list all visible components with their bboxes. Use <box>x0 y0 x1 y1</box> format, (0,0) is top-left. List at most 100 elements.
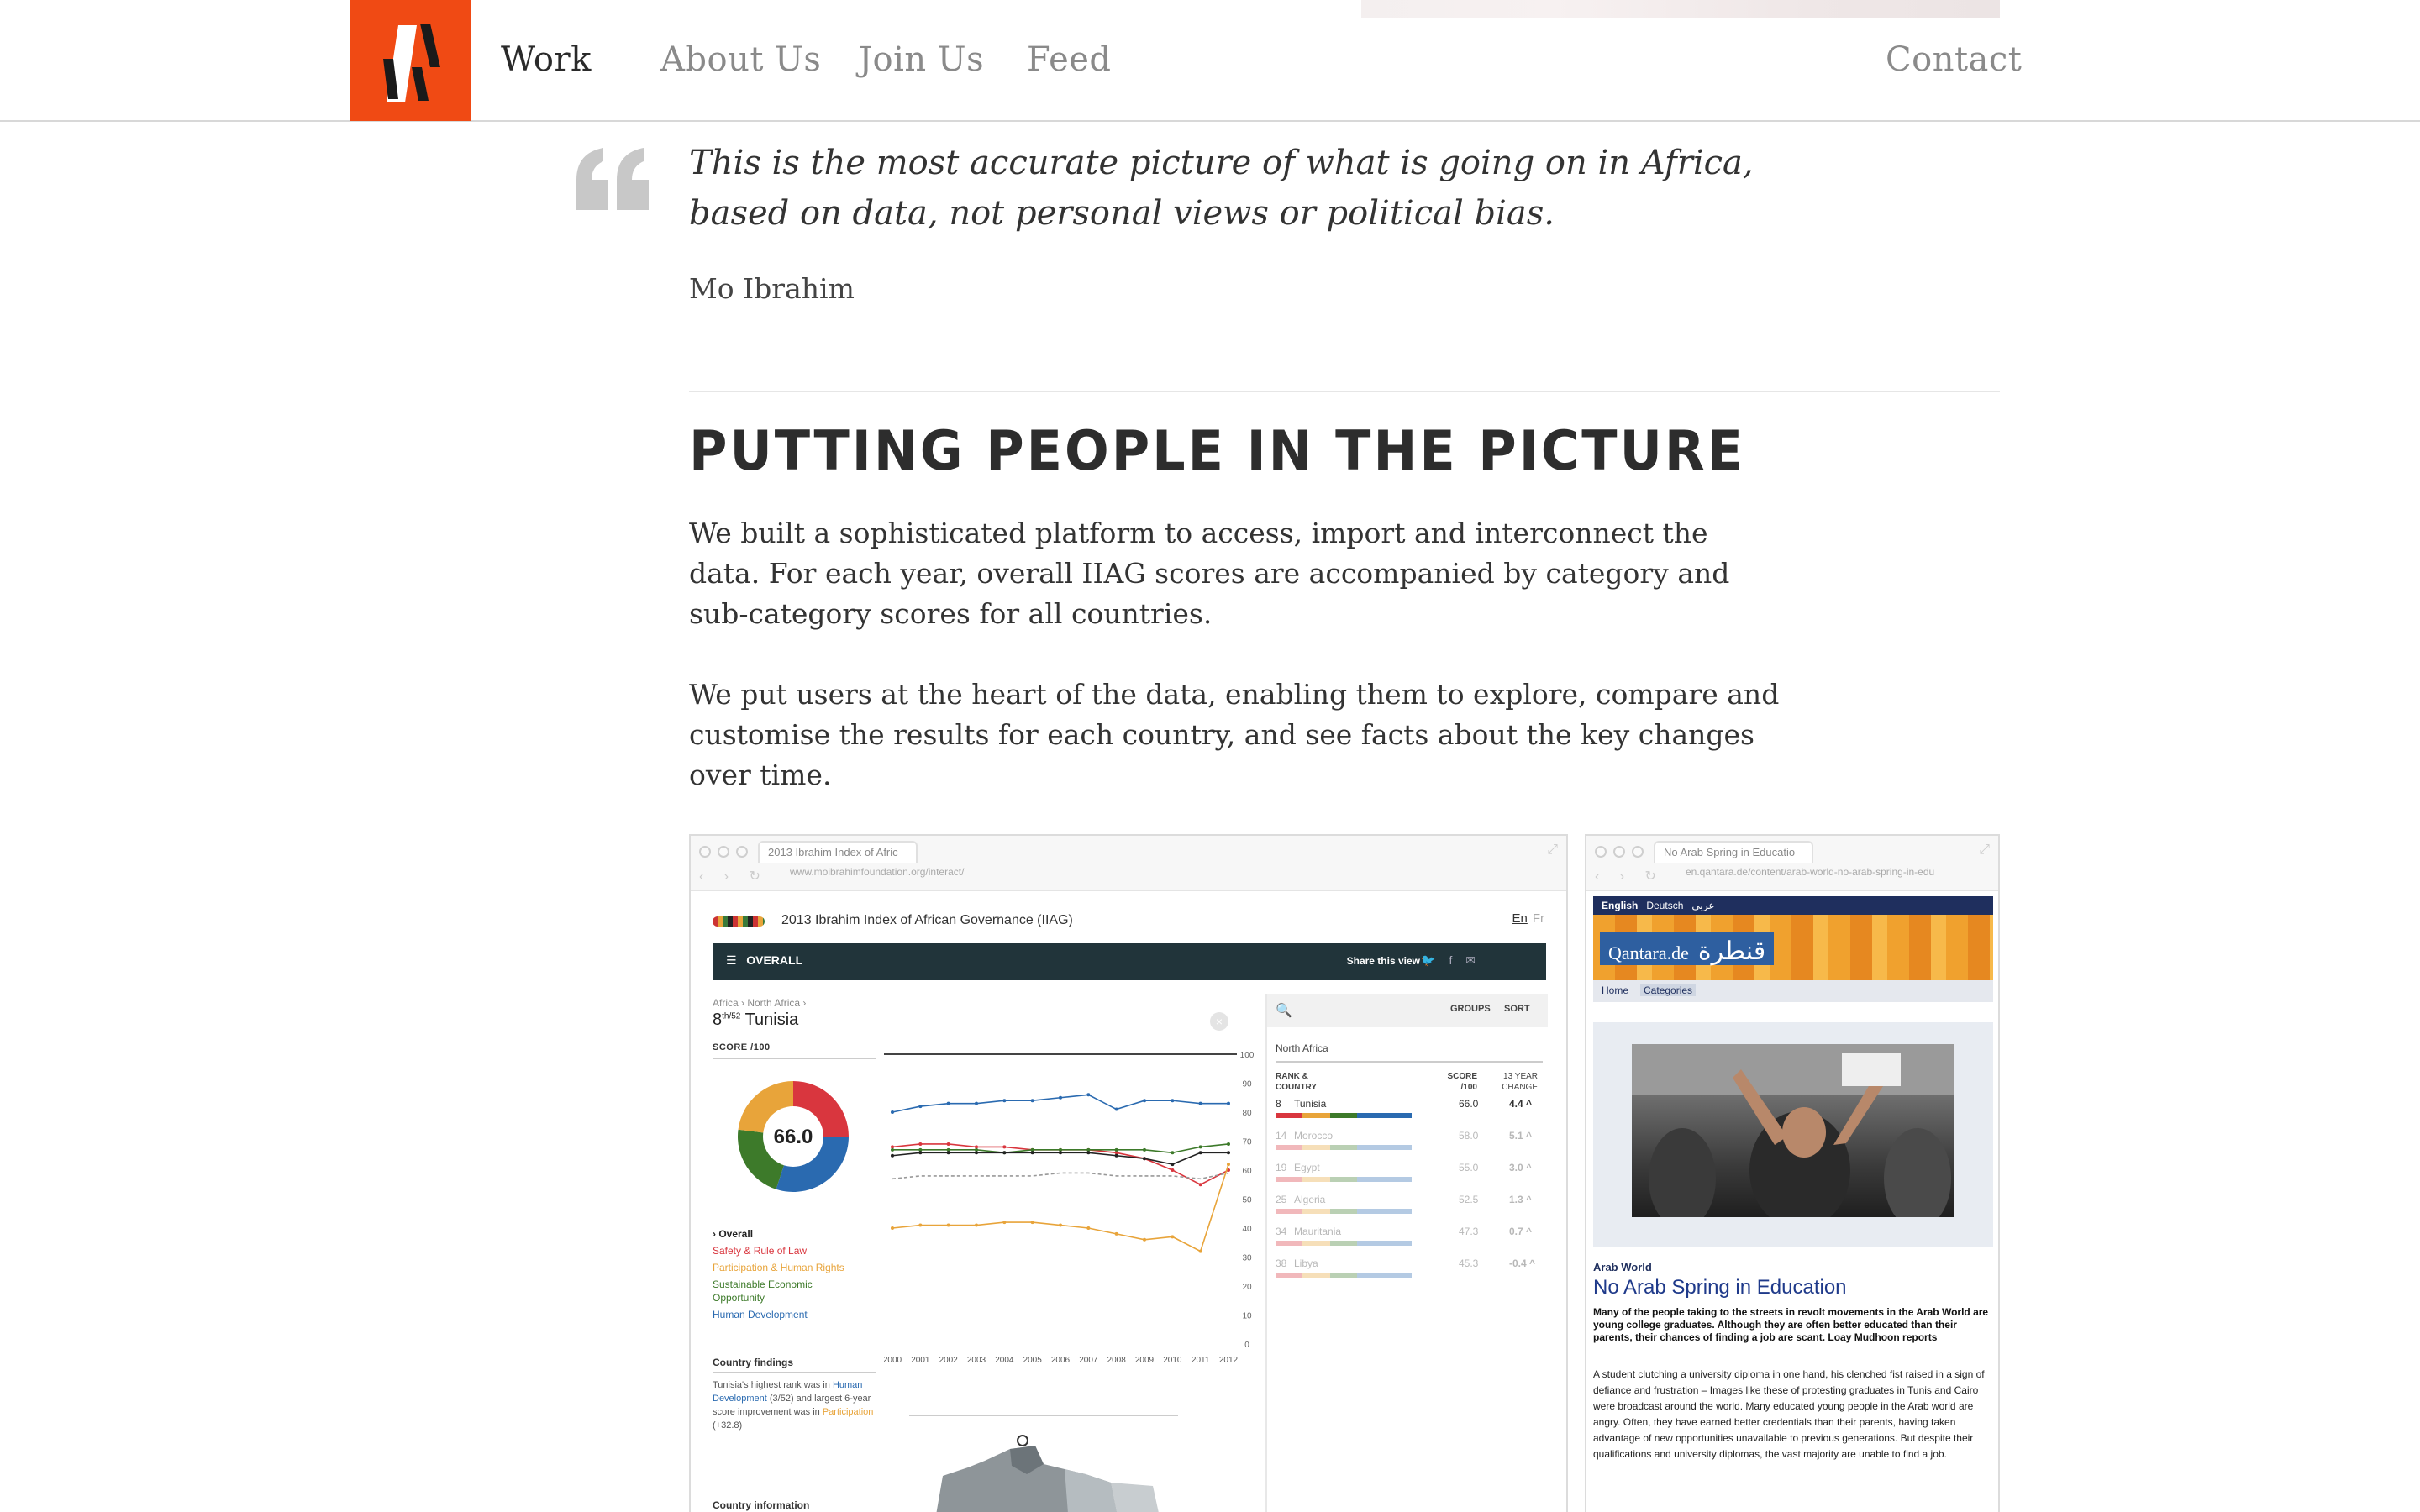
groups-button: GROUPS <box>1450 1004 1491 1014</box>
y-tick-label: 0 <box>1244 1341 1249 1350</box>
score-label: SCORE /100 <box>713 1042 771 1053</box>
url-bar: www.moibrahimfoundation.org/interact/ <box>790 866 965 878</box>
series-point <box>1114 1153 1118 1158</box>
nav-feed[interactable]: Feed <box>1027 40 1112 79</box>
series-point <box>1086 1226 1091 1230</box>
score-value: 66.0 <box>774 1126 813 1148</box>
series-point <box>918 1142 923 1146</box>
article-photo-frame <box>1593 1022 1993 1247</box>
series-point <box>946 1223 950 1227</box>
series-point <box>1171 1235 1175 1239</box>
y-tick-label: 50 <box>1242 1196 1252 1205</box>
series-point <box>975 1147 978 1152</box>
series-point <box>1030 1147 1034 1152</box>
ranking-bar <box>1276 1273 1413 1278</box>
x-tick-label: 2006 <box>1051 1356 1071 1365</box>
quote-icon <box>576 148 649 210</box>
qantara-menu: Home Categories <box>1593 980 1993 1002</box>
qantara-lang-bar: English Deutsch عربي <box>1593 896 1993 915</box>
series-point <box>975 1223 978 1227</box>
series-point <box>1030 1221 1034 1225</box>
col-change: 13 YEAR CHANGE <box>1502 1072 1538 1092</box>
country-info-title: Country information <box>713 1499 810 1511</box>
series-point <box>1198 1151 1202 1155</box>
site-logo[interactable] <box>350 0 471 121</box>
article-photo <box>1632 1044 1954 1217</box>
series-point <box>1030 1151 1034 1155</box>
x-tick-label: 2004 <box>995 1356 1014 1365</box>
cat-sustainable-2: Opportunity <box>713 1292 765 1304</box>
ranking-bar <box>1276 1113 1413 1118</box>
series-point <box>918 1223 923 1227</box>
section-title: Putting people in the picture <box>689 418 1746 483</box>
x-tick-label: 2010 <box>1163 1356 1182 1365</box>
series-point <box>891 1110 894 1114</box>
url-bar: en.qantara.de/content/arab-world-no-arab… <box>1686 866 1935 878</box>
x-tick-label: 2001 <box>911 1356 930 1365</box>
series-line <box>892 1163 1229 1252</box>
cat-sustainable: Sustainable Economic <box>713 1278 813 1290</box>
series-point <box>1143 1237 1146 1242</box>
series-point <box>1086 1151 1091 1155</box>
x-tick-label: 2011 <box>1192 1356 1210 1365</box>
qantara-logo: Qantara.de قنطرة <box>1600 932 1775 965</box>
section-divider <box>689 391 2000 392</box>
lang-deutsch: Deutsch <box>1646 900 1684 911</box>
series-point <box>1059 1095 1062 1100</box>
series-point <box>1227 1142 1230 1146</box>
series-point <box>1171 1168 1175 1172</box>
findings-title: Country findings <box>713 1357 793 1368</box>
series-point <box>891 1226 894 1230</box>
series-point <box>1171 1099 1175 1103</box>
series-point <box>975 1101 978 1105</box>
y-tick-label: 20 <box>1242 1283 1252 1292</box>
series-point <box>946 1142 950 1146</box>
y-tick-label: 80 <box>1242 1109 1252 1118</box>
site-header: Work About Us Join Us Feed Contact <box>0 0 2420 122</box>
series-point <box>1002 1145 1007 1149</box>
col-score: SCORE/100 <box>1447 1072 1477 1092</box>
overall-bar: ☰ OVERALL Share this view 🐦 f ✉ <box>713 943 1546 980</box>
series-point <box>1059 1223 1062 1227</box>
col-country: RANK & COUNTRY <box>1276 1072 1318 1092</box>
language-switch: En Fr <box>1512 911 1544 926</box>
article-lead: Many of the people taking to the streets… <box>1593 1306 1989 1343</box>
series-point <box>1114 1231 1118 1236</box>
ranking-bar <box>1276 1177 1413 1182</box>
series-line <box>892 1152 1228 1165</box>
lang-english: English <box>1602 900 1639 911</box>
nav-arrows-icon: ‹ › ↻ <box>699 869 769 884</box>
article-section: Arab World <box>1593 1261 1652 1273</box>
nav-work[interactable]: Work <box>501 40 592 79</box>
article-headline: No Arab Spring in Education <box>1593 1276 1847 1299</box>
series-point <box>1143 1157 1146 1161</box>
nav-contact[interactable]: Contact <box>1886 40 2022 79</box>
category-list: › Overall Safety & Rule of Law Participa… <box>713 1227 844 1321</box>
series-point <box>1227 1151 1230 1155</box>
series-point <box>1198 1101 1202 1105</box>
nav-about-us[interactable]: About Us <box>660 40 821 79</box>
y-tick-label: 10 <box>1242 1312 1252 1321</box>
browser-chrome: 2013 Ibrahim Index of Afric ‹ › ↻ www.mo… <box>691 836 1566 891</box>
series-point <box>975 1145 978 1149</box>
x-tick-label: 2009 <box>1135 1356 1155 1365</box>
window-controls <box>699 846 748 858</box>
cat-safety: Safety & Rule of Law <box>713 1245 808 1257</box>
findings-text: Tunisia's highest rank was in Human Deve… <box>713 1380 874 1431</box>
ranking-panel: 🔍 GROUPS SORT North Africa RANK & COUNTRY… <box>1265 994 1548 1512</box>
series-point <box>1198 1183 1202 1187</box>
browser-tab: 2013 Ibrahim Index of Afric <box>758 841 918 863</box>
hero-image-strip <box>1361 0 2000 18</box>
cat-participation: Participation & Human Rights <box>713 1262 844 1273</box>
series-point <box>1198 1249 1202 1253</box>
quote-text: This is the most accurate picture of wha… <box>689 144 1754 233</box>
series-point <box>891 1147 894 1152</box>
ranking-bar <box>1276 1145 1413 1150</box>
quote-author: Mo Ibrahim <box>689 272 855 305</box>
close-icon: × <box>1210 1012 1228 1031</box>
nav-join-us[interactable]: Join Us <box>859 40 984 79</box>
breadcrumb: Africa › North Africa › <box>713 997 807 1009</box>
series-point <box>1227 1101 1230 1105</box>
series-point <box>946 1151 950 1155</box>
map-pin-icon <box>1017 1435 1028 1446</box>
